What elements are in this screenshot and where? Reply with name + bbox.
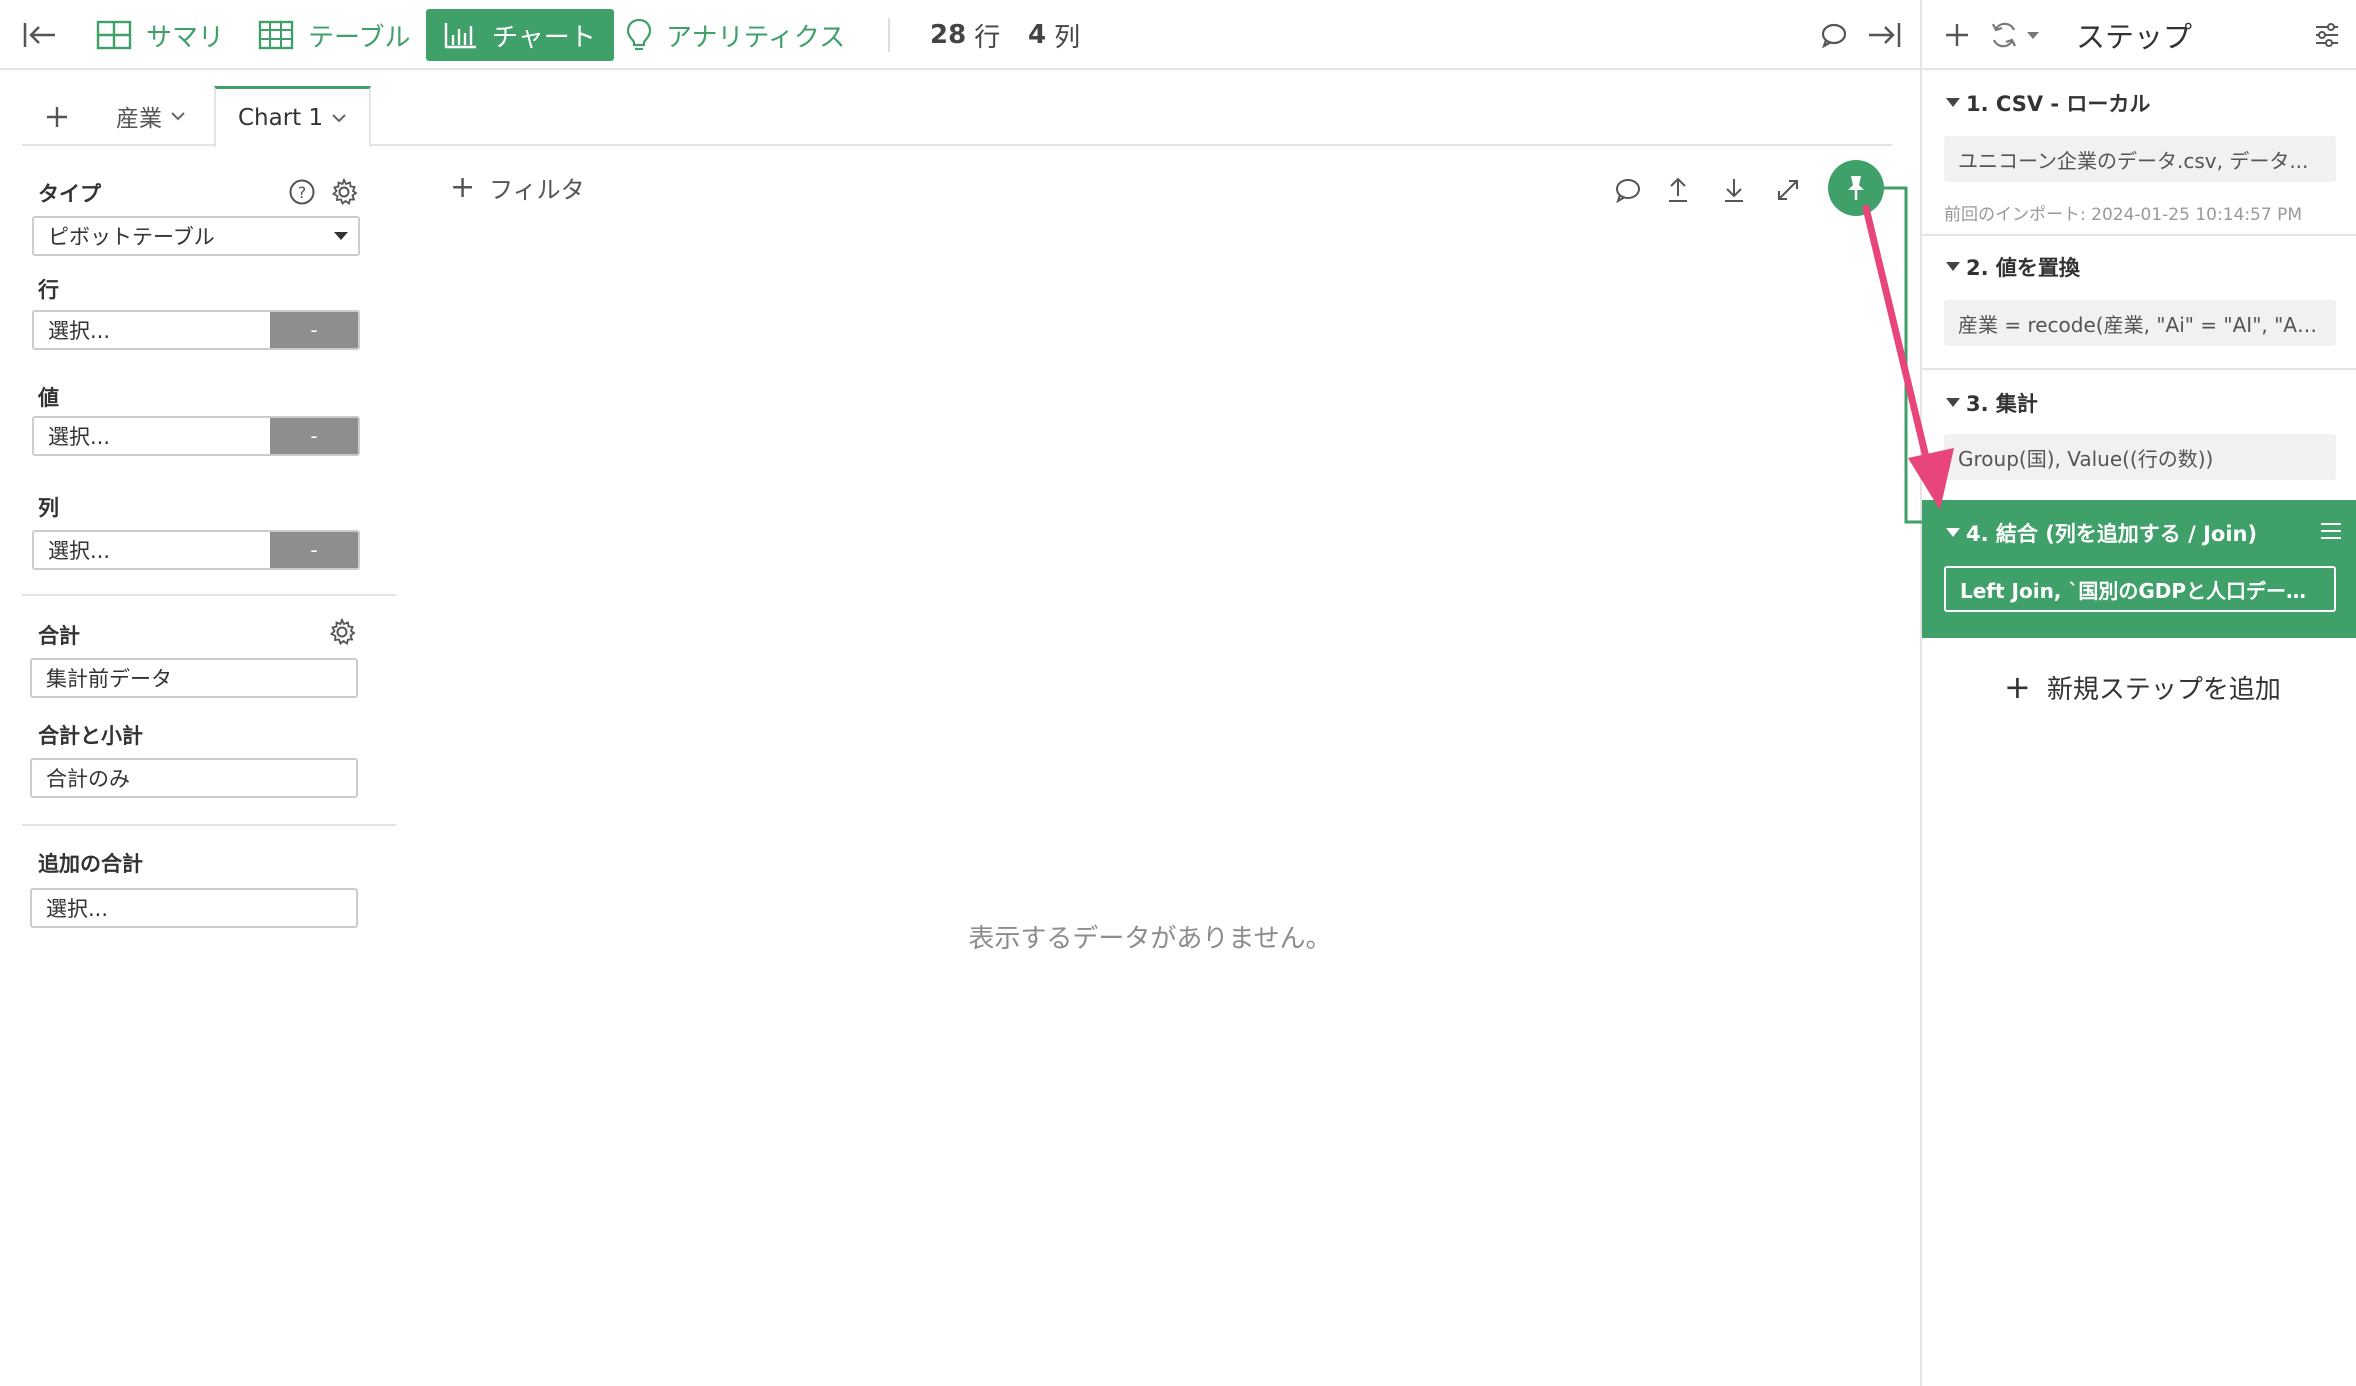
step-csv-local[interactable]: 1. CSV - ローカル ユニコーン企業のデータ.csv, データ... 前回… xyxy=(1922,72,2356,236)
top-toolbar: サマリ テーブル チャート アナリティクス 28 行 4 列 xyxy=(0,0,1920,70)
column-label: 列 xyxy=(38,496,59,520)
steps-title: ステップ xyxy=(2076,20,2193,54)
last-import-time: 前回のインポート: 2024-01-25 10:14:57 PM xyxy=(1944,205,2303,225)
tab-industry-label: 産業 xyxy=(116,106,162,132)
pin-icon xyxy=(1848,176,1864,200)
plus-icon: + xyxy=(2004,668,2031,706)
extra-total-select[interactable]: 選択... xyxy=(30,888,358,928)
step-join[interactable]: 4. 結合 (列を追加する / Join) Left Join, `国別のGDP… xyxy=(1922,500,2356,638)
value-remove-button[interactable]: - xyxy=(270,418,358,454)
row-select[interactable]: 選択... xyxy=(34,312,270,348)
subtotal-select[interactable]: 合計のみ xyxy=(30,758,358,798)
chart-type-value: ピボットテーブル xyxy=(48,225,215,249)
extra-total-label: 追加の合計 xyxy=(38,852,143,876)
section-divider xyxy=(22,824,396,826)
step-detail: Group(国), Value((行の数)) xyxy=(1944,434,2336,480)
tab-summary[interactable]: サマリ xyxy=(96,9,224,61)
comment-icon[interactable] xyxy=(1610,172,1646,208)
step-title: 1. CSV - ローカル xyxy=(1966,92,2151,116)
tab-chart-label: チャート xyxy=(492,22,596,53)
tab-analytics[interactable]: アナリティクス xyxy=(626,9,845,61)
filter-label: フィルタ xyxy=(489,176,585,204)
step-summarize[interactable]: 3. 集計 Group(国), Value((行の数)) xyxy=(1922,370,2356,500)
download-icon[interactable] xyxy=(1716,172,1752,208)
value-field: 選択... - xyxy=(32,416,360,456)
plus-icon: + xyxy=(450,170,476,205)
cols-count: 4 列 xyxy=(1028,9,1080,61)
plus-icon xyxy=(47,107,67,127)
collapse-left-icon[interactable] xyxy=(20,18,60,52)
total-select[interactable]: 集計前データ xyxy=(30,658,358,698)
grid-icon xyxy=(96,20,132,50)
step-detail: 産業 = recode(産業, "Ai" = "AI", "Artificial… xyxy=(1944,300,2336,346)
toolbar-divider xyxy=(888,18,890,52)
step-detail: ユニコーン企業のデータ.csv, データ... xyxy=(1944,136,2336,182)
section-divider xyxy=(22,594,396,596)
type-label: タイプ xyxy=(38,182,101,206)
value-label: 値 xyxy=(38,386,59,410)
help-icon[interactable]: ? xyxy=(288,178,316,210)
collapse-triangle-icon[interactable] xyxy=(1946,528,1960,537)
tab-table[interactable]: テーブル xyxy=(258,9,410,61)
chart-config-panel: タイプ ? ピボットテーブル 行 選択... - 値 選択... - 列 選択.… xyxy=(22,148,398,1386)
tab-chart-1[interactable]: Chart 1 xyxy=(214,86,372,148)
step-replace-values[interactable]: 2. 値を置換 産業 = recode(産業, "Ai" = "AI", "Ar… xyxy=(1922,236,2356,370)
column-select[interactable]: 選択... xyxy=(34,532,270,568)
row-field: 選択... - xyxy=(32,310,360,350)
cols-count-value: 4 xyxy=(1028,20,1047,50)
column-field: 選択... - xyxy=(32,530,360,570)
chart-tabs: 産業 Chart 1 xyxy=(22,86,1892,148)
lightbulb-icon xyxy=(626,18,652,51)
svg-text:?: ? xyxy=(298,183,307,202)
tab-summary-label: サマリ xyxy=(146,22,225,53)
refresh-icon[interactable] xyxy=(1988,18,2046,52)
step-title: 4. 結合 (列を追加する / Join) xyxy=(1966,522,2258,546)
step-title: 3. 集計 xyxy=(1966,392,2038,416)
gear-icon[interactable] xyxy=(328,617,356,650)
add-filter-button[interactable]: + フィルタ xyxy=(450,170,585,205)
step-title: 2. 値を置換 xyxy=(1966,256,2080,280)
add-tab-button[interactable] xyxy=(32,92,82,142)
expand-icon[interactable] xyxy=(1770,172,1806,208)
caret-down-icon xyxy=(334,232,348,240)
chevron-down-icon xyxy=(171,112,185,121)
subtotal-label: 合計と小計 xyxy=(38,724,143,748)
value-select[interactable]: 選択... xyxy=(34,418,270,454)
column-remove-button[interactable]: - xyxy=(270,532,358,568)
add-step-icon[interactable] xyxy=(1940,18,1974,52)
row-remove-button[interactable]: - xyxy=(270,312,358,348)
pin-button[interactable] xyxy=(1828,160,1884,216)
row-label: 行 xyxy=(38,278,59,302)
total-label: 合計 xyxy=(38,624,80,648)
empty-message: 表示するデータがありません。 xyxy=(968,924,1332,954)
table-icon xyxy=(258,20,294,50)
rows-count-unit: 行 xyxy=(974,22,1001,53)
chevron-down-icon xyxy=(332,113,346,122)
menu-icon[interactable] xyxy=(2316,518,2346,544)
add-step-label: 新規ステップを追加 xyxy=(2046,674,2281,705)
collapse-triangle-icon[interactable] xyxy=(1946,398,1960,407)
bar-chart-icon xyxy=(444,23,476,49)
rows-count-value: 28 xyxy=(930,20,967,50)
cols-count-unit: 列 xyxy=(1054,22,1081,53)
collapse-triangle-icon[interactable] xyxy=(1946,262,1960,271)
tab-industry[interactable]: 産業 xyxy=(94,86,208,146)
tab-table-label: テーブル xyxy=(308,22,411,53)
step-detail: Left Join, `国別のGDPと人口データ... xyxy=(1944,566,2336,612)
collapse-right-icon[interactable] xyxy=(1864,18,1904,52)
steps-header: ステップ xyxy=(1922,0,2356,70)
tab-chart-1-label: Chart 1 xyxy=(238,104,324,131)
gear-icon[interactable] xyxy=(330,177,358,210)
sliders-icon[interactable] xyxy=(2310,18,2344,52)
comment-icon[interactable] xyxy=(1816,18,1852,52)
tab-analytics-label: アナリティクス xyxy=(666,22,846,53)
upload-icon[interactable] xyxy=(1660,172,1696,208)
collapse-triangle-icon[interactable] xyxy=(1946,98,1960,107)
rows-count: 28 行 xyxy=(930,9,1000,61)
add-new-step-button[interactable]: + 新規ステップを追加 xyxy=(2004,668,2281,706)
tab-chart[interactable]: チャート xyxy=(426,9,614,61)
chart-type-select[interactable]: ピボットテーブル xyxy=(32,216,360,256)
